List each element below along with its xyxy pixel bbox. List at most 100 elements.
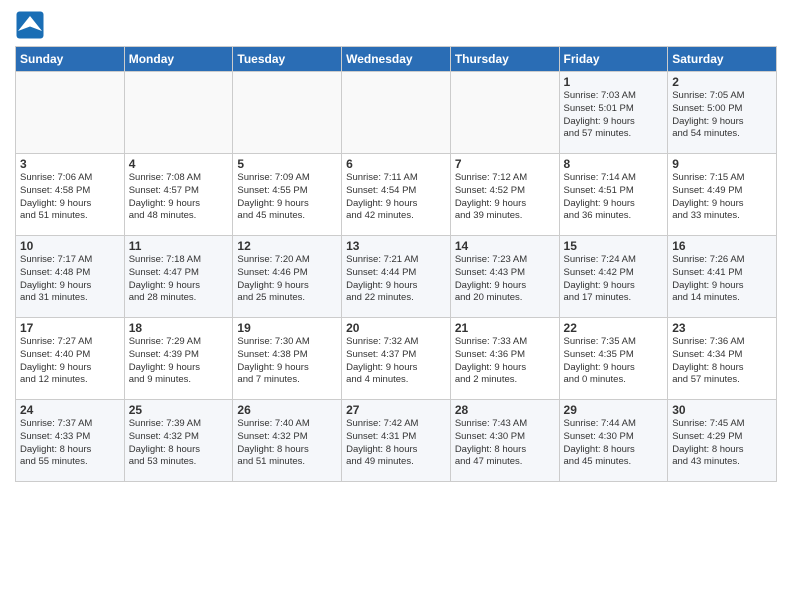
day-info: Sunrise: 7:20 AM Sunset: 4:46 PM Dayligh…	[237, 254, 337, 305]
day-number: 25	[129, 403, 229, 417]
day-number: 5	[237, 157, 337, 171]
calendar-table: SundayMondayTuesdayWednesdayThursdayFrid…	[15, 46, 777, 482]
day-info: Sunrise: 7:06 AM Sunset: 4:58 PM Dayligh…	[20, 172, 120, 223]
day-number: 19	[237, 321, 337, 335]
header-row: SundayMondayTuesdayWednesdayThursdayFrid…	[16, 47, 777, 72]
day-info: Sunrise: 7:11 AM Sunset: 4:54 PM Dayligh…	[346, 172, 446, 223]
day-cell: 5Sunrise: 7:09 AM Sunset: 4:55 PM Daylig…	[233, 154, 342, 236]
day-cell	[233, 72, 342, 154]
day-cell: 27Sunrise: 7:42 AM Sunset: 4:31 PM Dayli…	[342, 400, 451, 482]
day-info: Sunrise: 7:26 AM Sunset: 4:41 PM Dayligh…	[672, 254, 772, 305]
day-info: Sunrise: 7:42 AM Sunset: 4:31 PM Dayligh…	[346, 418, 446, 469]
day-info: Sunrise: 7:27 AM Sunset: 4:40 PM Dayligh…	[20, 336, 120, 387]
col-header-saturday: Saturday	[668, 47, 777, 72]
day-number: 18	[129, 321, 229, 335]
day-info: Sunrise: 7:33 AM Sunset: 4:36 PM Dayligh…	[455, 336, 555, 387]
day-number: 13	[346, 239, 446, 253]
day-number: 29	[564, 403, 664, 417]
col-header-monday: Monday	[124, 47, 233, 72]
day-cell: 23Sunrise: 7:36 AM Sunset: 4:34 PM Dayli…	[668, 318, 777, 400]
day-cell: 2Sunrise: 7:05 AM Sunset: 5:00 PM Daylig…	[668, 72, 777, 154]
day-info: Sunrise: 7:12 AM Sunset: 4:52 PM Dayligh…	[455, 172, 555, 223]
day-cell: 20Sunrise: 7:32 AM Sunset: 4:37 PM Dayli…	[342, 318, 451, 400]
day-number: 6	[346, 157, 446, 171]
day-info: Sunrise: 7:45 AM Sunset: 4:29 PM Dayligh…	[672, 418, 772, 469]
day-cell	[342, 72, 451, 154]
day-cell	[450, 72, 559, 154]
day-info: Sunrise: 7:09 AM Sunset: 4:55 PM Dayligh…	[237, 172, 337, 223]
day-info: Sunrise: 7:43 AM Sunset: 4:30 PM Dayligh…	[455, 418, 555, 469]
col-header-thursday: Thursday	[450, 47, 559, 72]
calendar-container: SundayMondayTuesdayWednesdayThursdayFrid…	[0, 0, 792, 487]
day-cell: 17Sunrise: 7:27 AM Sunset: 4:40 PM Dayli…	[16, 318, 125, 400]
day-cell: 10Sunrise: 7:17 AM Sunset: 4:48 PM Dayli…	[16, 236, 125, 318]
day-cell: 28Sunrise: 7:43 AM Sunset: 4:30 PM Dayli…	[450, 400, 559, 482]
day-number: 22	[564, 321, 664, 335]
day-cell	[124, 72, 233, 154]
day-number: 7	[455, 157, 555, 171]
week-row-1: 3Sunrise: 7:06 AM Sunset: 4:58 PM Daylig…	[16, 154, 777, 236]
day-number: 23	[672, 321, 772, 335]
day-cell: 30Sunrise: 7:45 AM Sunset: 4:29 PM Dayli…	[668, 400, 777, 482]
day-cell: 14Sunrise: 7:23 AM Sunset: 4:43 PM Dayli…	[450, 236, 559, 318]
day-number: 30	[672, 403, 772, 417]
day-cell: 21Sunrise: 7:33 AM Sunset: 4:36 PM Dayli…	[450, 318, 559, 400]
day-cell: 18Sunrise: 7:29 AM Sunset: 4:39 PM Dayli…	[124, 318, 233, 400]
day-number: 1	[564, 75, 664, 89]
day-cell: 26Sunrise: 7:40 AM Sunset: 4:32 PM Dayli…	[233, 400, 342, 482]
day-info: Sunrise: 7:30 AM Sunset: 4:38 PM Dayligh…	[237, 336, 337, 387]
day-cell: 7Sunrise: 7:12 AM Sunset: 4:52 PM Daylig…	[450, 154, 559, 236]
logo	[15, 10, 49, 40]
day-cell: 12Sunrise: 7:20 AM Sunset: 4:46 PM Dayli…	[233, 236, 342, 318]
day-cell: 4Sunrise: 7:08 AM Sunset: 4:57 PM Daylig…	[124, 154, 233, 236]
week-row-4: 24Sunrise: 7:37 AM Sunset: 4:33 PM Dayli…	[16, 400, 777, 482]
day-number: 28	[455, 403, 555, 417]
day-info: Sunrise: 7:40 AM Sunset: 4:32 PM Dayligh…	[237, 418, 337, 469]
day-number: 3	[20, 157, 120, 171]
day-info: Sunrise: 7:23 AM Sunset: 4:43 PM Dayligh…	[455, 254, 555, 305]
day-cell: 3Sunrise: 7:06 AM Sunset: 4:58 PM Daylig…	[16, 154, 125, 236]
day-info: Sunrise: 7:39 AM Sunset: 4:32 PM Dayligh…	[129, 418, 229, 469]
week-row-0: 1Sunrise: 7:03 AM Sunset: 5:01 PM Daylig…	[16, 72, 777, 154]
day-number: 10	[20, 239, 120, 253]
day-number: 9	[672, 157, 772, 171]
col-header-wednesday: Wednesday	[342, 47, 451, 72]
week-row-3: 17Sunrise: 7:27 AM Sunset: 4:40 PM Dayli…	[16, 318, 777, 400]
col-header-sunday: Sunday	[16, 47, 125, 72]
day-info: Sunrise: 7:44 AM Sunset: 4:30 PM Dayligh…	[564, 418, 664, 469]
day-info: Sunrise: 7:14 AM Sunset: 4:51 PM Dayligh…	[564, 172, 664, 223]
day-info: Sunrise: 7:08 AM Sunset: 4:57 PM Dayligh…	[129, 172, 229, 223]
header	[15, 10, 777, 40]
day-cell: 13Sunrise: 7:21 AM Sunset: 4:44 PM Dayli…	[342, 236, 451, 318]
day-cell: 8Sunrise: 7:14 AM Sunset: 4:51 PM Daylig…	[559, 154, 668, 236]
day-cell: 22Sunrise: 7:35 AM Sunset: 4:35 PM Dayli…	[559, 318, 668, 400]
day-cell: 25Sunrise: 7:39 AM Sunset: 4:32 PM Dayli…	[124, 400, 233, 482]
week-row-2: 10Sunrise: 7:17 AM Sunset: 4:48 PM Dayli…	[16, 236, 777, 318]
day-number: 15	[564, 239, 664, 253]
day-number: 12	[237, 239, 337, 253]
day-info: Sunrise: 7:32 AM Sunset: 4:37 PM Dayligh…	[346, 336, 446, 387]
day-cell: 9Sunrise: 7:15 AM Sunset: 4:49 PM Daylig…	[668, 154, 777, 236]
day-info: Sunrise: 7:37 AM Sunset: 4:33 PM Dayligh…	[20, 418, 120, 469]
day-cell: 6Sunrise: 7:11 AM Sunset: 4:54 PM Daylig…	[342, 154, 451, 236]
day-info: Sunrise: 7:21 AM Sunset: 4:44 PM Dayligh…	[346, 254, 446, 305]
day-info: Sunrise: 7:29 AM Sunset: 4:39 PM Dayligh…	[129, 336, 229, 387]
day-cell: 29Sunrise: 7:44 AM Sunset: 4:30 PM Dayli…	[559, 400, 668, 482]
day-info: Sunrise: 7:17 AM Sunset: 4:48 PM Dayligh…	[20, 254, 120, 305]
day-cell: 24Sunrise: 7:37 AM Sunset: 4:33 PM Dayli…	[16, 400, 125, 482]
day-number: 4	[129, 157, 229, 171]
day-number: 14	[455, 239, 555, 253]
day-info: Sunrise: 7:35 AM Sunset: 4:35 PM Dayligh…	[564, 336, 664, 387]
day-number: 11	[129, 239, 229, 253]
day-number: 2	[672, 75, 772, 89]
col-header-friday: Friday	[559, 47, 668, 72]
day-cell: 1Sunrise: 7:03 AM Sunset: 5:01 PM Daylig…	[559, 72, 668, 154]
day-number: 21	[455, 321, 555, 335]
day-cell	[16, 72, 125, 154]
logo-icon	[15, 10, 45, 40]
day-number: 24	[20, 403, 120, 417]
day-info: Sunrise: 7:24 AM Sunset: 4:42 PM Dayligh…	[564, 254, 664, 305]
day-info: Sunrise: 7:15 AM Sunset: 4:49 PM Dayligh…	[672, 172, 772, 223]
day-number: 26	[237, 403, 337, 417]
day-info: Sunrise: 7:05 AM Sunset: 5:00 PM Dayligh…	[672, 90, 772, 141]
